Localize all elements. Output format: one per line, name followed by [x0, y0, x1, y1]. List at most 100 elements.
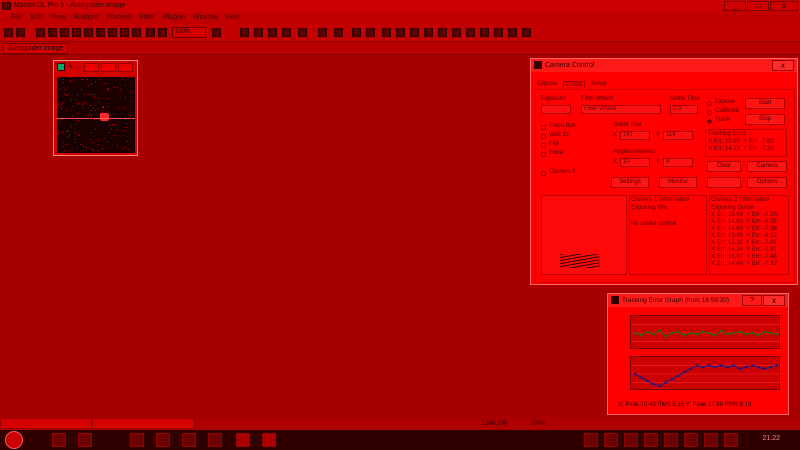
toolbar-button-icon[interactable]: [158, 28, 167, 37]
mode-track-radio[interactable]: [707, 119, 712, 124]
toolbar-button-icon[interactable]: [522, 28, 531, 37]
monitor-button[interactable]: Monitor: [659, 177, 697, 188]
toolbar-button-icon[interactable]: [366, 28, 375, 37]
toolbar-button-icon[interactable]: [318, 28, 327, 37]
close-button[interactable]: x: [770, 1, 798, 11]
clear-button[interactable]: Clear: [707, 161, 741, 172]
media-icon[interactable]: [156, 433, 170, 447]
chrome-icon[interactable]: [130, 433, 144, 447]
battery-icon[interactable]: [724, 433, 738, 447]
minimized-window-1[interactable]: [0, 418, 92, 429]
toolbar-button-icon[interactable]: [240, 28, 249, 37]
toolbar-button-icon[interactable]: [212, 28, 221, 37]
volume-icon[interactable]: [704, 433, 718, 447]
maxim-taskbar-icon[interactable]: [262, 433, 276, 447]
settings-button[interactable]: Settings: [611, 177, 649, 188]
aggr-x-input[interactable]: 10: [620, 158, 650, 167]
menu-process[interactable]: Process: [106, 12, 131, 24]
graph-help-button[interactable]: ?: [742, 295, 762, 306]
settle-input[interactable]: 0.0: [670, 105, 698, 114]
mode-expose-radio[interactable]: [707, 101, 712, 106]
image-window[interactable]: A...: [53, 60, 138, 156]
toolbar-button-icon[interactable]: [96, 28, 105, 37]
camera-app-icon[interactable]: [236, 433, 250, 447]
toolbar-button-icon[interactable]: [452, 28, 461, 37]
toolbar-button-icon[interactable]: [480, 28, 489, 37]
menu-filter[interactable]: Filter: [140, 12, 156, 24]
toolbar-button-icon[interactable]: [424, 28, 433, 37]
filter-select[interactable]: Filter Wheel: [581, 105, 661, 114]
graph-close-button[interactable]: x: [763, 295, 785, 306]
document-tab[interactable]: Autoguider Image: [3, 43, 69, 54]
maximize-button[interactable]: □: [747, 1, 769, 11]
start-button[interactable]: [5, 431, 23, 449]
zoom-select[interactable]: 100%: [172, 27, 206, 38]
toolbar-button-icon[interactable]: [382, 28, 391, 37]
mode-calibrate-radio[interactable]: [707, 110, 712, 115]
toolbar-button-icon[interactable]: [396, 28, 405, 37]
network-icon[interactable]: [684, 433, 698, 447]
image-maximize-button[interactable]: [101, 63, 116, 72]
toolbar-button-icon[interactable]: [268, 28, 277, 37]
menu-analyze[interactable]: Analyze: [73, 12, 98, 24]
check-extra[interactable]: [541, 152, 546, 157]
tray-icon-3[interactable]: [624, 433, 638, 447]
toolbar-button-icon[interactable]: [120, 28, 129, 37]
menu-file[interactable]: File: [11, 12, 22, 24]
toolbar-button-icon[interactable]: [108, 28, 117, 37]
tray-icon-2[interactable]: [604, 433, 618, 447]
toolbar-button-icon[interactable]: [146, 28, 155, 37]
toolbar-button-icon[interactable]: [298, 28, 307, 37]
toolbar-button-icon[interactable]: [282, 28, 291, 37]
image-minimize-button[interactable]: [84, 63, 99, 72]
toolbar-button-icon[interactable]: [254, 28, 263, 37]
ie-icon[interactable]: [52, 433, 66, 447]
toolbar-button-icon[interactable]: [36, 28, 45, 37]
star-y-input[interactable]: 114: [663, 131, 693, 140]
menu-view[interactable]: View: [50, 12, 65, 24]
image-close-button[interactable]: [118, 63, 133, 72]
aggr-y-input[interactable]: 8: [663, 158, 693, 167]
tray-icon-4[interactable]: [644, 433, 658, 447]
toolbar-button-icon[interactable]: [410, 28, 419, 37]
menu-plugin[interactable]: Plug-in: [163, 12, 185, 24]
toolbar-button-icon[interactable]: [132, 28, 141, 37]
toolbar-button-icon[interactable]: [494, 28, 503, 37]
toolbar-button-icon[interactable]: [352, 28, 361, 37]
menu-window[interactable]: Window: [193, 12, 218, 24]
toolbar-button-icon[interactable]: [466, 28, 475, 37]
star-x-input[interactable]: 141: [620, 131, 650, 140]
start-button[interactable]: Start: [745, 98, 785, 109]
tray-icon-5[interactable]: [664, 433, 678, 447]
camera-close-button[interactable]: x: [772, 60, 794, 71]
tray-icon-1[interactable]: [584, 433, 598, 447]
folder-icon[interactable]: [78, 433, 92, 447]
toolbar-button-icon[interactable]: [334, 28, 343, 37]
toolbar-button-icon[interactable]: [60, 28, 69, 37]
toolbar-button-icon[interactable]: [438, 28, 447, 37]
app-icon-2[interactable]: [208, 433, 222, 447]
check-flip[interactable]: [541, 143, 546, 148]
toolbar-button-icon[interactable]: [84, 28, 93, 37]
toolbar-button-icon[interactable]: [508, 28, 517, 37]
tab-guide[interactable]: Guide: [563, 81, 586, 88]
toolbar-button-icon[interactable]: [72, 28, 81, 37]
toolbar-button-icon[interactable]: [48, 28, 57, 37]
minimized-window-2[interactable]: [92, 418, 195, 429]
minimize-button[interactable]: _: [724, 1, 746, 11]
tab-expose[interactable]: Expose: [537, 81, 557, 88]
menu-edit[interactable]: Edit: [30, 12, 42, 24]
stop-button[interactable]: Stop: [745, 114, 785, 125]
bluetooth-icon[interactable]: [182, 433, 196, 447]
toolbar-button-icon[interactable]: [16, 28, 25, 37]
check-trackbox[interactable]: [541, 125, 546, 130]
camera-button[interactable]: Camera: [747, 161, 787, 172]
exposure-input[interactable]: [541, 105, 571, 114]
options-button[interactable]: Options: [747, 177, 787, 188]
check-camera2[interactable]: [541, 171, 546, 176]
check-wait[interactable]: [541, 134, 546, 139]
tab-setup[interactable]: Setup: [591, 81, 607, 88]
advanced-button[interactable]: [707, 177, 741, 188]
guide-image-canvas[interactable]: [57, 77, 135, 153]
menu-help[interactable]: Help: [226, 12, 240, 24]
